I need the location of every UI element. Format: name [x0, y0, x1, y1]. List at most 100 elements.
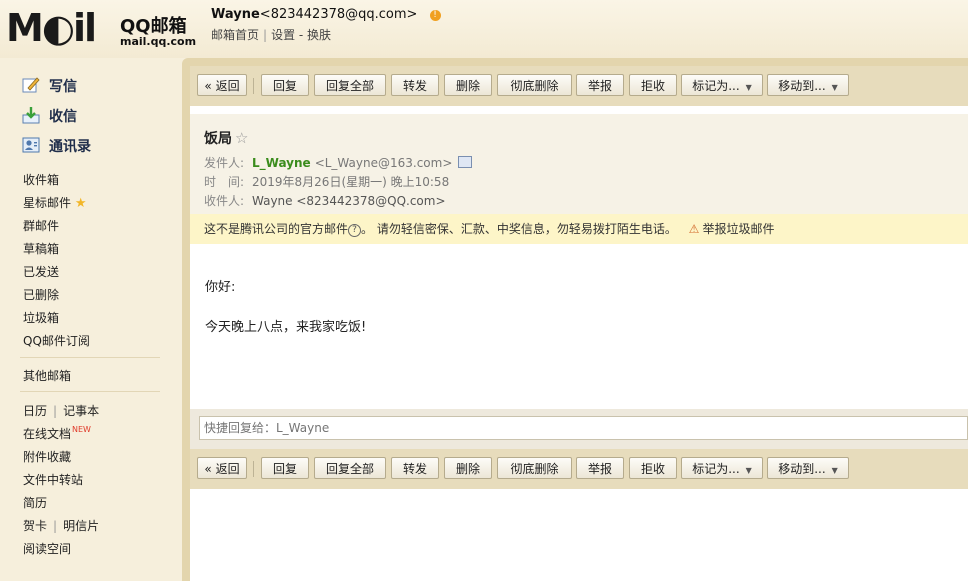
contacts-label: 通讯录 [49, 139, 91, 155]
mail-toolbar-top: « 返回 回复 回复全部 转发 删除 彻底删除 举报 拒收 标记为... ▼ 移动… [190, 66, 968, 106]
mail-subject: 饭局 ☆ [204, 128, 248, 148]
star-outline-icon[interactable]: ☆ [235, 129, 248, 147]
toolbar-divider [253, 461, 254, 477]
time-row: 时 间: 2019年8月26日(星期一) 晚上10:58 [204, 173, 449, 190]
sidebar-item-other-mailbox[interactable]: 其他邮箱 [23, 367, 71, 384]
sidebar-row-cards: 贺卡 | 明信片 [23, 517, 99, 534]
sidebar: 写信 收信 通讯录 收件箱 星标邮件 ★ 群邮件 草稿箱 已发送 已删除 垃圾箱… [0, 58, 182, 581]
mailbox-home-link[interactable]: 邮箱首页 [211, 28, 259, 42]
star-icon: ★ [74, 196, 87, 211]
sidebar-row-calendar-notebook: 日历 | 记事本 [23, 402, 99, 419]
top-header: M◐il QQ邮箱 mail.qq.com Wayne<823442378@qq… [0, 0, 968, 58]
sidebar-item-resume[interactable]: 简历 [23, 494, 47, 511]
logo-domain: mail.qq.com [120, 35, 197, 48]
time-label: 时 间: [204, 175, 245, 189]
sidebar-item-attachments[interactable]: 附件收藏 [23, 448, 71, 465]
divider: | [263, 28, 268, 42]
compose-icon [22, 77, 40, 93]
sidebar-item-spam[interactable]: 垃圾箱 [23, 309, 59, 326]
sidebar-item-group-mail[interactable]: 群邮件 [23, 217, 59, 234]
mark-as-dropdown[interactable]: 标记为... ▼ [681, 74, 763, 96]
settings-link[interactable]: 设置 [271, 28, 295, 42]
mark-as-dropdown[interactable]: 标记为... ▼ [681, 457, 763, 479]
reply-button[interactable]: 回复 [261, 457, 309, 479]
user-name: Wayne [211, 7, 260, 22]
delete-forever-button[interactable]: 彻底删除 [497, 457, 572, 479]
contact-card-icon[interactable] [458, 156, 473, 168]
mail-panel: « 返回 回复 回复全部 转发 删除 彻底删除 举报 拒收 标记为... ▼ 移动… [190, 66, 968, 581]
online-docs-label: 在线文档 [23, 427, 72, 441]
compose-button[interactable]: 写信 [22, 76, 77, 98]
delete-button[interactable]: 删除 [444, 74, 492, 96]
sidebar-item-deleted[interactable]: 已删除 [23, 286, 59, 303]
delete-button[interactable]: 删除 [444, 457, 492, 479]
quick-reply-area [190, 409, 968, 449]
mark-as-label: 标记为... [692, 462, 740, 476]
new-badge: NEW [72, 425, 91, 434]
recipient: Wayne <823442378@QQ.com> [252, 194, 446, 208]
from-label: 发件人: [204, 156, 245, 170]
toolbar-divider [253, 78, 254, 94]
reply-all-button[interactable]: 回复全部 [314, 457, 386, 479]
logo-mark: M◐il [6, 6, 97, 50]
check-mail-label: 收信 [49, 109, 77, 125]
report-spam-link[interactable]: ⚠ 举报垃圾邮件 [689, 222, 775, 236]
contacts-icon [22, 137, 40, 153]
sender-name[interactable]: L_Wayne [252, 156, 311, 170]
mail-header: 饭局 ☆ 发件人: L_Wayne <L_Wayne@163.com> 时 间: 201… [190, 114, 968, 214]
warning-icon[interactable]: ! [429, 10, 441, 21]
reject-button[interactable]: 拒收 [629, 457, 677, 479]
reject-button[interactable]: 拒收 [629, 74, 677, 96]
divider: | [53, 519, 58, 533]
sidebar-item-starred[interactable]: 星标邮件 ★ [23, 194, 87, 211]
to-label: 收件人: [204, 194, 245, 208]
greeting-card-link[interactable]: 贺卡 [23, 519, 47, 533]
move-to-dropdown[interactable]: 移动到... ▼ [767, 457, 849, 479]
move-to-dropdown[interactable]: 移动到... ▼ [767, 74, 849, 96]
sidebar-item-reading-space[interactable]: 阅读空间 [23, 540, 71, 557]
contacts-button[interactable]: 通讯录 [22, 136, 91, 158]
back-button[interactable]: « 返回 [197, 457, 247, 479]
postcard-link[interactable]: 明信片 [63, 519, 99, 533]
forward-button[interactable]: 转发 [391, 74, 439, 96]
divider: | [53, 404, 58, 418]
notice-text: 这不是腾讯公司的官方邮件 [204, 222, 349, 236]
security-notice: 这不是腾讯公司的官方邮件?。 请勿轻信密保、汇款、中奖信息，勿轻易拨打陌生电话。… [190, 214, 968, 244]
delete-forever-button[interactable]: 彻底删除 [497, 74, 572, 96]
compose-label: 写信 [49, 79, 77, 95]
chevron-down-icon: ▼ [745, 83, 752, 92]
mail-body: 你好: 今天晚上八点，来我家吃饭! [205, 276, 366, 356]
notebook-link[interactable]: 记事本 [63, 404, 99, 418]
to-row: 收件人: Wayne <823442378@QQ.com> [204, 192, 446, 209]
sidebar-item-file-transfer[interactable]: 文件中转站 [23, 471, 83, 488]
report-button[interactable]: 举报 [576, 457, 624, 479]
mark-as-label: 标记为... [692, 79, 740, 93]
check-mail-button[interactable]: 收信 [22, 106, 77, 128]
header-links: 邮箱首页 | 设置 - 换肤 [211, 26, 331, 43]
report-button[interactable]: 举报 [576, 74, 624, 96]
calendar-link[interactable]: 日历 [23, 404, 47, 418]
back-button[interactable]: « 返回 [197, 74, 247, 96]
sidebar-item-subscriptions[interactable]: QQ邮件订阅 [23, 332, 90, 349]
reply-button[interactable]: 回复 [261, 74, 309, 96]
from-row: 发件人: L_Wayne <L_Wayne@163.com> [204, 154, 473, 171]
subject-text: 饭局 [204, 131, 232, 147]
sidebar-item-inbox[interactable]: 收件箱 [23, 171, 59, 188]
reply-all-button[interactable]: 回复全部 [314, 74, 386, 96]
sidebar-divider [20, 391, 160, 392]
chevron-down-icon: ▼ [831, 83, 838, 92]
qq-mail-logo[interactable]: M◐il QQ邮箱 mail.qq.com [6, 6, 196, 50]
divider: - [295, 28, 308, 42]
sidebar-item-drafts[interactable]: 草稿箱 [23, 240, 59, 257]
body-line: 今天晚上八点，来我家吃饭! [205, 320, 367, 335]
sidebar-item-online-docs[interactable]: 在线文档NEW [23, 425, 91, 442]
time-value: 2019年8月26日(星期一) 晚上10:58 [252, 175, 450, 189]
change-skin-link[interactable]: 换肤 [307, 28, 331, 42]
quick-reply-input[interactable] [199, 416, 968, 440]
chevron-down-icon: ▼ [745, 466, 752, 475]
sender-address: <L_Wayne@163.com> [314, 156, 453, 170]
sidebar-item-sent[interactable]: 已发送 [23, 263, 59, 280]
forward-button[interactable]: 转发 [391, 457, 439, 479]
help-icon[interactable]: ? [348, 224, 362, 237]
report-icon: ⚠ [688, 222, 700, 236]
